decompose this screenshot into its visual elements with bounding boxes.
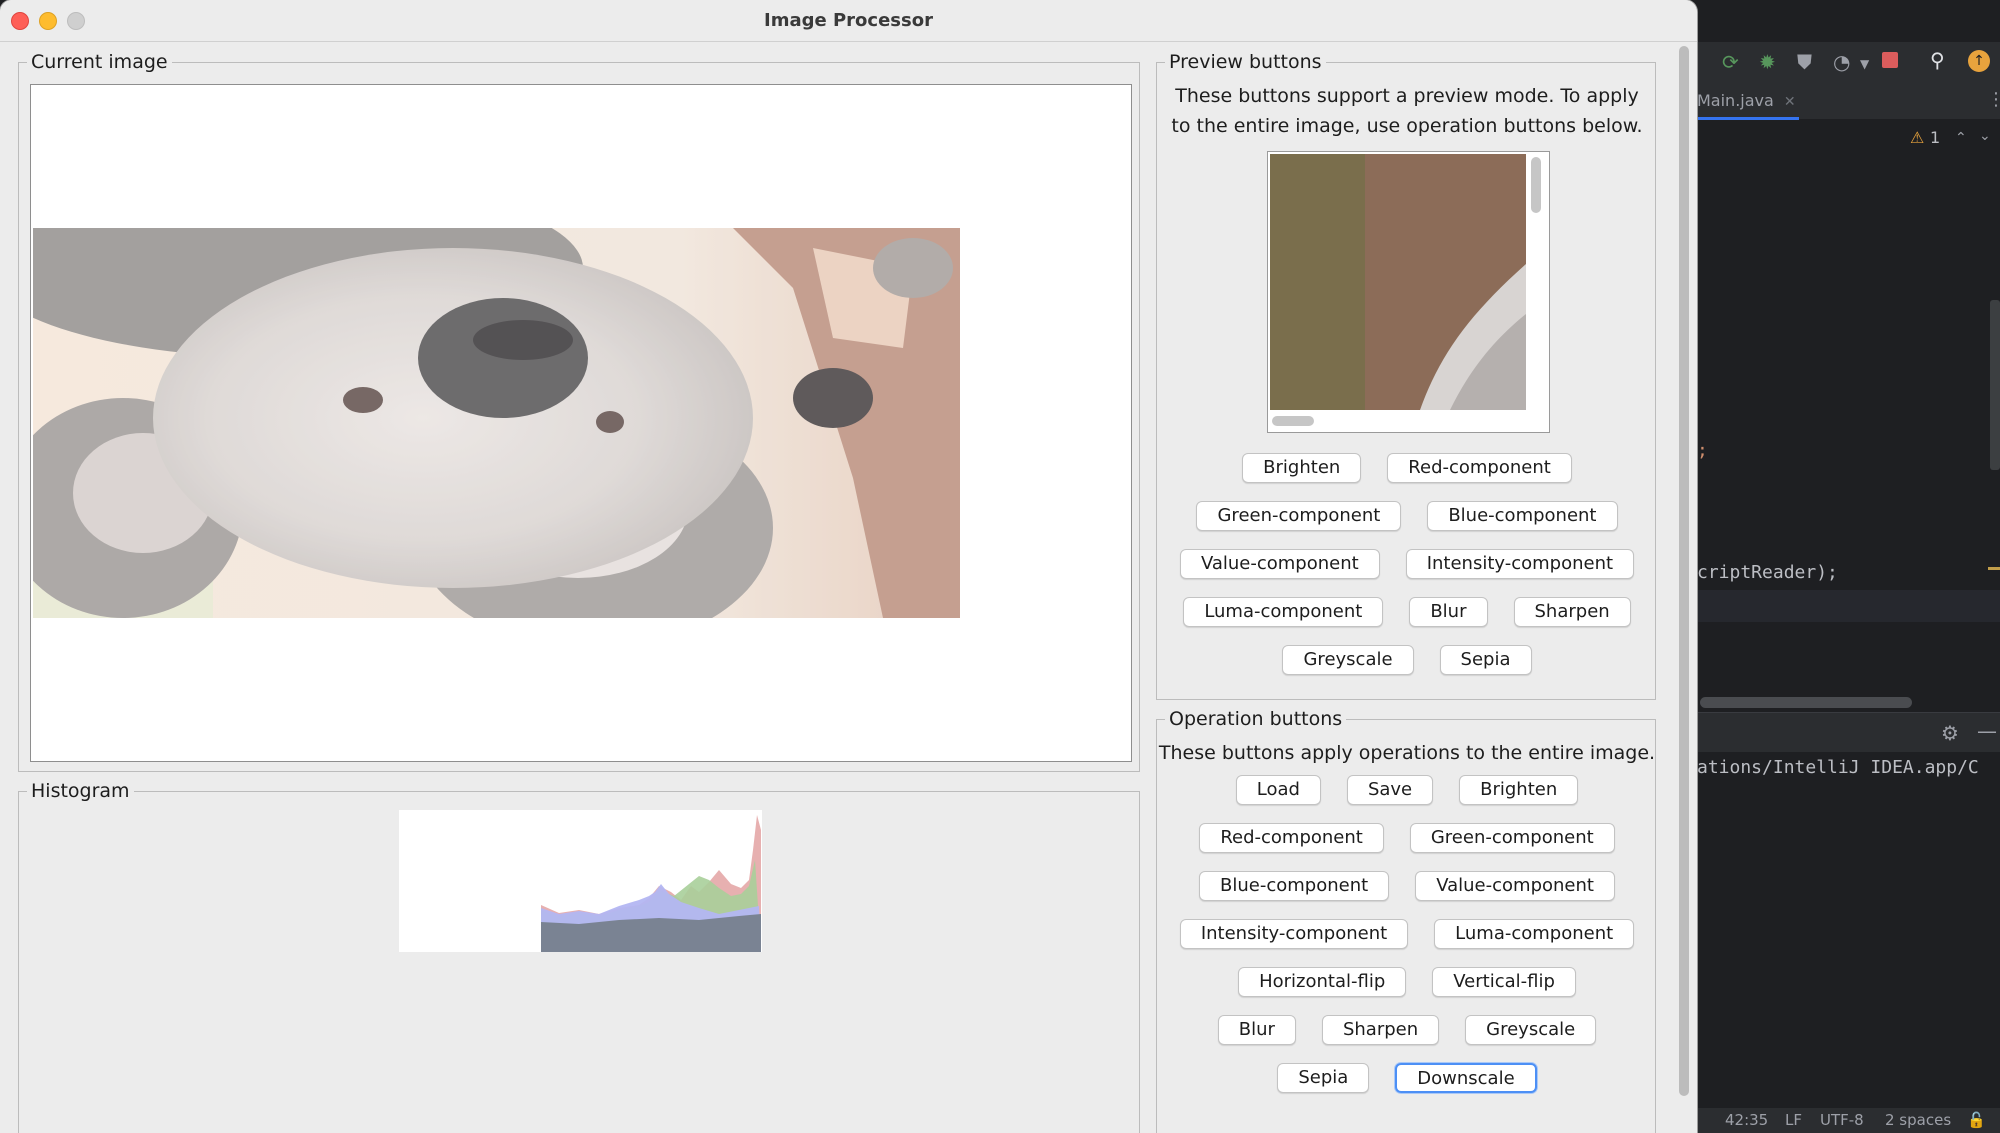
more-vertical-icon[interactable]: ⋮ <box>1987 90 2000 110</box>
ide-statusbar: 42:35 LF UTF-8 2 spaces 🔓 <box>1697 1108 2000 1133</box>
preview-image <box>1270 154 1526 410</box>
preview-intensity-component-button[interactable]: Intensity-component <box>1405 549 1635 579</box>
change-marker <box>1988 567 2000 570</box>
search-icon[interactable]: ⚲ <box>1930 50 1945 70</box>
lock-icon[interactable]: 🔓 <box>1967 1108 1986 1133</box>
image-processor-window: Image Processor Current image Histogram … <box>0 0 1697 1133</box>
histogram-chart <box>399 810 762 952</box>
profile-icon[interactable]: ◔ <box>1833 52 1850 72</box>
line-separator[interactable]: LF <box>1785 1108 1802 1133</box>
preview-description-line: These buttons support a preview mode. To… <box>1175 85 1639 107</box>
green-component-button[interactable]: Green-component <box>1409 823 1615 853</box>
code-line: criptReader); <box>1697 562 1838 583</box>
sepia-button[interactable]: Sepia <box>1277 1063 1370 1093</box>
preview-description-line: to the entire image, use operation butto… <box>1171 115 1643 137</box>
red-component-button[interactable]: Red-component <box>1199 823 1384 853</box>
chevron-up-icon[interactable]: ⌃ <box>1955 128 1967 148</box>
preview-panel: Preview buttons These buttons support a … <box>1156 51 1657 700</box>
blue-component-button[interactable]: Blue-component <box>1199 871 1390 901</box>
update-icon[interactable]: ↑ <box>1968 50 1990 72</box>
load-button[interactable]: Load <box>1235 775 1321 805</box>
preview-title: Preview buttons <box>1165 51 1326 73</box>
koala-image <box>33 228 960 618</box>
preview-greyscale-button[interactable]: Greyscale <box>1282 645 1414 675</box>
titlebar: Image Processor <box>0 0 1697 42</box>
preview-description: These buttons support a preview mode. To… <box>1157 81 1657 141</box>
preview-sepia-button[interactable]: Sepia <box>1439 645 1532 675</box>
preview-vertical-scrollbar[interactable] <box>1531 157 1541 213</box>
intensity-component-button[interactable]: Intensity-component <box>1179 919 1409 949</box>
blur-button[interactable]: Blur <box>1217 1015 1296 1045</box>
debug-icon[interactable]: ✹ <box>1759 52 1776 72</box>
save-button[interactable]: Save <box>1346 775 1434 805</box>
code-line: ; <box>1697 440 1708 461</box>
image-canvas <box>30 84 1132 762</box>
cursor-position[interactable]: 42:35 <box>1725 1108 1768 1133</box>
operations-panel: Operation buttons These buttons apply op… <box>1156 708 1656 1133</box>
value-component-button[interactable]: Value-component <box>1415 871 1615 901</box>
gear-icon[interactable]: ⚙ <box>1941 723 1959 743</box>
window-title: Image Processor <box>764 10 933 31</box>
run-output[interactable]: ations/IntelliJ IDEA.app/C <box>1697 752 2000 1058</box>
run-panel-header: ⚙ — <box>1697 712 2000 752</box>
run-output-line: ations/IntelliJ IDEA.app/C <box>1697 757 1979 778</box>
preview-blue-component-button[interactable]: Blue-component <box>1427 501 1618 531</box>
histogram-panel: Histogram <box>18 780 1140 1133</box>
preview-value-component-button[interactable]: Value-component <box>1179 549 1380 579</box>
preview-sharpen-button[interactable]: Sharpen <box>1513 597 1631 627</box>
preview-blur-button[interactable]: Blur <box>1409 597 1488 627</box>
preview-luma-component-button[interactable]: Luma-component <box>1183 597 1384 627</box>
current-image-panel: Current image <box>18 51 1140 772</box>
close-icon[interactable]: ✕ <box>1784 94 1796 110</box>
current-line-highlight <box>1697 590 2000 622</box>
preview-red-component-button[interactable]: Red-component <box>1387 453 1572 483</box>
operations-title: Operation buttons <box>1165 708 1347 730</box>
preview-brighten-button[interactable]: Brighten <box>1242 453 1362 483</box>
greyscale-button[interactable]: Greyscale <box>1465 1015 1597 1045</box>
luma-component-button[interactable]: Luma-component <box>1434 919 1635 949</box>
chevron-down-icon[interactable]: ▼ <box>1860 54 1869 74</box>
editor-horizontal-scrollbar[interactable] <box>1700 697 1912 708</box>
histogram-graphic <box>541 815 761 952</box>
warning-count: 1 <box>1930 128 1941 147</box>
horizontal-flip-button[interactable]: Horizontal-flip <box>1238 967 1407 997</box>
warning-icon: ⚠ <box>1910 128 1925 147</box>
vertical-flip-button[interactable]: Vertical-flip <box>1432 967 1576 997</box>
chevron-down-icon[interactable]: ⌄ <box>1979 126 1991 146</box>
indent-setting[interactable]: 2 spaces <box>1885 1108 1951 1133</box>
downscale-button[interactable]: Downscale <box>1395 1063 1537 1093</box>
sharpen-button[interactable]: Sharpen <box>1321 1015 1440 1045</box>
editor-scrollbar[interactable] <box>1990 300 2000 470</box>
histogram-title: Histogram <box>27 780 134 802</box>
current-image-title: Current image <box>27 51 172 73</box>
stop-icon[interactable] <box>1882 52 1898 68</box>
ide-editor[interactable]: ⚠ 1 ⌃ ⌄ ; criptReader); <box>1697 120 2000 708</box>
operations-description: These buttons apply operations to the en… <box>1158 742 1656 764</box>
preview-horizontal-scrollbar[interactable] <box>1272 416 1314 426</box>
rerun-icon[interactable]: ⟳ <box>1722 52 1739 72</box>
file-encoding[interactable]: UTF-8 <box>1820 1108 1864 1133</box>
coverage-icon[interactable]: ⛊ <box>1797 52 1812 72</box>
minimize-icon[interactable]: — <box>1977 721 1997 741</box>
ide-toolbar: ⟳ ✹ ⛊ ◔ ▼ ⚲ ↑ <box>1697 42 2000 82</box>
ide-tab-label: Main.java <box>1697 91 1774 110</box>
preview-green-component-button[interactable]: Green-component <box>1196 501 1402 531</box>
preview-viewport[interactable] <box>1267 151 1550 433</box>
ide-tab-main-java[interactable]: Main.java ✕ <box>1697 84 1799 120</box>
brighten-button[interactable]: Brighten <box>1459 775 1579 805</box>
window-scrollbar-thumb[interactable] <box>1679 46 1689 1096</box>
